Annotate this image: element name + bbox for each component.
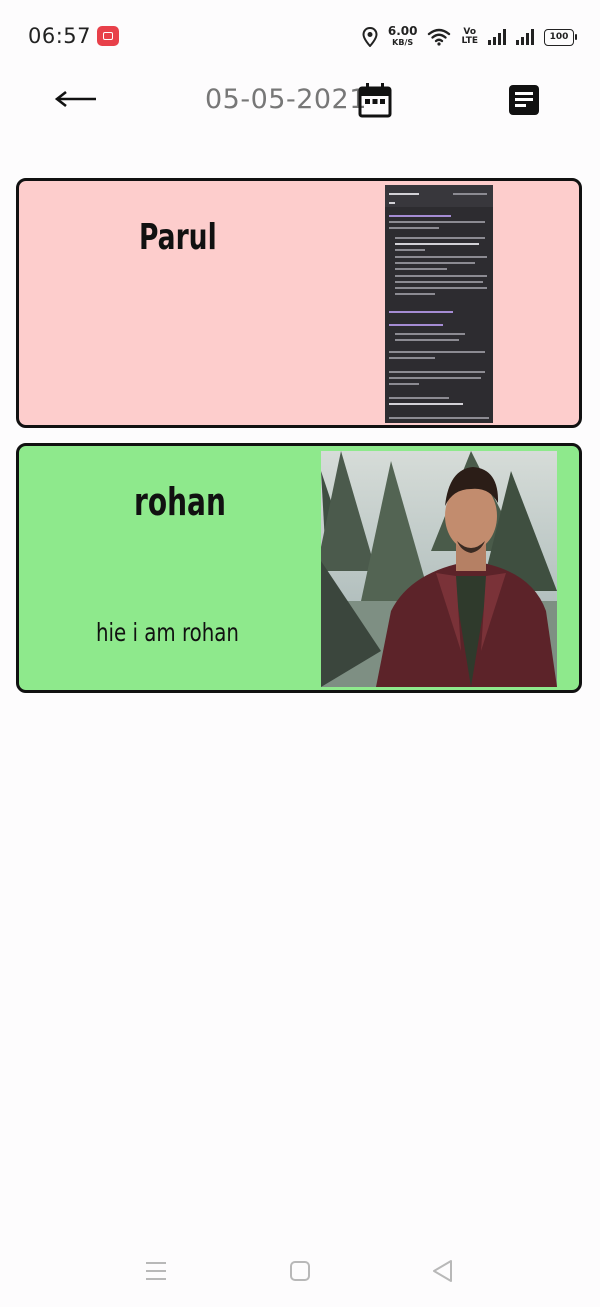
wifi-icon	[428, 28, 451, 46]
entry-name: Parul	[139, 217, 217, 258]
entry-screenshot-image	[385, 185, 493, 423]
network-speed: 6.00 KB/S	[387, 24, 418, 48]
selected-date[interactable]: 05-05-2021	[205, 84, 367, 115]
entry-name: rohan	[134, 480, 226, 524]
back-arrow-icon[interactable]	[50, 80, 106, 116]
network-speed-value: 6.00	[387, 24, 418, 38]
status-icons: 6.00 KB/S Vo LTE 100	[362, 24, 577, 50]
notes-icon[interactable]	[508, 84, 540, 116]
volte-indicator: Vo LTE	[461, 28, 478, 46]
entry-card-parul[interactable]: Parul	[16, 178, 582, 428]
entry-message: hie i am rohan	[96, 618, 239, 647]
back-nav-icon[interactable]	[430, 1258, 456, 1284]
network-speed-unit: KB/S	[392, 38, 414, 47]
status-time: 06:57	[28, 24, 92, 48]
signal-2-icon	[516, 29, 534, 45]
screen-record-icon	[97, 26, 119, 46]
home-icon[interactable]	[287, 1258, 313, 1284]
location-icon	[362, 27, 378, 47]
status-bar: 06:57 6.00 KB/S Vo LTE 100	[0, 0, 600, 70]
system-nav-bar	[0, 1240, 600, 1307]
app-bar: 05-05-2021	[0, 70, 600, 140]
entry-card-rohan[interactable]: rohan hie i am rohan	[16, 443, 582, 693]
calendar-icon[interactable]	[358, 82, 392, 118]
menu-icon[interactable]	[143, 1258, 169, 1284]
entry-photo-image	[321, 451, 557, 687]
battery-icon: 100	[544, 28, 577, 46]
signal-1-icon	[488, 29, 506, 45]
volte-bottom: LTE	[461, 36, 478, 46]
